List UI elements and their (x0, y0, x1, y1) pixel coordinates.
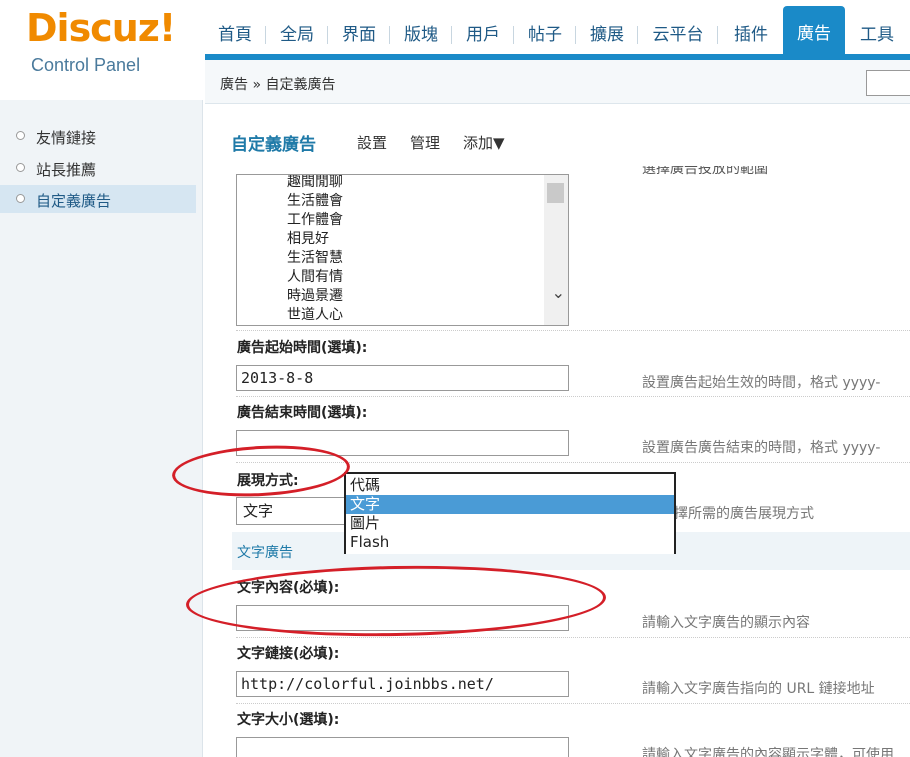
forum-scope-hint: 選擇廣告投放的範圍 (642, 166, 768, 177)
divider (236, 396, 910, 397)
display-mode-dropdown[interactable]: 代碼 文字 圖片 Flash (344, 472, 676, 554)
forum-multiselect[interactable]: 趣聞閒聊 生活體會 工作體會 相見好 生活智慧 人間有情 時過景遷 世道人心 ⌄ (236, 174, 569, 326)
nav-users[interactable]: 用戶 (457, 18, 509, 52)
nav-separator (389, 26, 390, 44)
forum-option[interactable]: 相見好 (287, 228, 329, 248)
tab-manage[interactable]: 管理 (410, 132, 440, 153)
start-time-hint: 設置廣告起始生效的時間，格式 yyyy- (642, 375, 881, 391)
logo-area: Discuz! Control Panel (0, 0, 200, 100)
sub-navigation: 自定義廣告 設置 管理 添加▼ (204, 104, 910, 176)
end-time-label: 廣告結束時間(選填): (237, 405, 368, 421)
display-mode-label: 展現方式: (237, 473, 299, 489)
logo: Discuz! (26, 6, 176, 50)
forum-option[interactable]: 人間有情 (287, 266, 343, 286)
sidebar-item-label: 自定義廣告 (36, 192, 112, 210)
text-size-label: 文字大小(選填): (237, 712, 340, 728)
dropdown-option-code[interactable]: 代碼 (346, 476, 674, 495)
text-link-hint: 請輸入文字廣告指向的 URL 鏈接地址 (642, 681, 875, 697)
text-content-label: 文字內容(必填): (237, 580, 340, 596)
dropdown-option-text[interactable]: 文字 (346, 495, 674, 514)
text-size-hint: 請輸入文字廣告的內容顯示字體，可使用 (642, 747, 894, 757)
chevron-down-icon[interactable]: ⌄ (552, 283, 565, 302)
nav-tools[interactable]: 工具 (849, 18, 905, 52)
breadcrumb: 廣告 » 自定義廣告 (220, 77, 336, 93)
forum-option[interactable]: 時過景遷 (287, 285, 343, 305)
page-title: 自定義廣告 (231, 135, 316, 155)
nav-separator (637, 26, 638, 44)
nav-separator (265, 26, 266, 44)
forum-option[interactable]: 趣聞閒聊 (287, 175, 343, 191)
nav-extensions[interactable]: 擴展 (581, 18, 633, 52)
section-title: 文字廣告 (237, 545, 293, 561)
forum-option[interactable]: 生活智慧 (287, 247, 343, 267)
dropdown-option-flash[interactable]: Flash (346, 533, 674, 552)
main-content: 自定義廣告 設置 管理 添加▼ 選擇廣告投放的範圍 趣聞閒聊 生活體會 工作體會… (204, 104, 910, 757)
end-time-field[interactable] (236, 430, 569, 456)
tab-add[interactable]: 添加▼ (463, 132, 505, 153)
forum-option[interactable]: 世道人心 (287, 304, 343, 324)
text-content-hint: 請輸入文字廣告的顯示內容 (642, 615, 810, 631)
start-time-field[interactable]: 2013-8-8 (236, 365, 569, 391)
divider (236, 703, 910, 704)
divider (236, 330, 910, 331)
bullet-icon (16, 163, 25, 172)
top-navigation: 首頁 全局 界面 版塊 用戶 帖子 擴展 云平台 插件 廣告 工具 (205, 0, 910, 60)
bullet-icon (16, 194, 25, 203)
nav-cloud[interactable]: 云平台 (643, 18, 713, 52)
nav-separator (513, 26, 514, 44)
end-time-hint: 設置廣告廣告結束的時間，格式 yyyy- (642, 440, 881, 456)
logo-subtitle: Control Panel (31, 55, 141, 75)
tab-settings[interactable]: 設置 (357, 132, 387, 153)
display-mode-hint: 擇所需的廣告展現方式 (674, 506, 814, 522)
forum-option[interactable]: 生活體會 (287, 190, 343, 210)
nav-posts[interactable]: 帖子 (519, 18, 571, 52)
breadcrumb-bar: 廣告 » 自定義廣告 (205, 60, 910, 104)
nav-separator (575, 26, 576, 44)
nav-interface[interactable]: 界面 (333, 18, 385, 52)
sidebar-item-custom-ads[interactable]: 自定義廣告 (0, 185, 196, 213)
sidebar: 友情鏈接 站長推薦 自定義廣告 (0, 100, 203, 757)
nav-forums[interactable]: 版塊 (395, 18, 447, 52)
start-time-label: 廣告起始時間(選填): (237, 340, 368, 356)
sidebar-item-recommend[interactable]: 站長推薦 (0, 154, 196, 182)
nav-plugins[interactable]: 插件 (723, 18, 779, 52)
nav-ads[interactable]: 廣告 (783, 6, 845, 54)
text-link-label: 文字鏈接(必填): (237, 646, 340, 662)
forum-option[interactable]: 工作體會 (287, 209, 343, 229)
nav-separator (451, 26, 452, 44)
nav-separator (717, 26, 718, 44)
nav-separator (327, 26, 328, 44)
divider (236, 462, 910, 463)
text-link-field[interactable]: http://colorful.joinbbs.net/ (236, 671, 569, 697)
search-input[interactable] (866, 70, 910, 96)
sidebar-item-label: 友情鏈接 (36, 129, 97, 147)
sidebar-item-friend-links[interactable]: 友情鏈接 (0, 122, 196, 150)
scrollbar-thumb[interactable] (547, 183, 564, 203)
nav-global[interactable]: 全局 (271, 18, 323, 52)
scrollbar[interactable]: ⌄ (544, 175, 568, 325)
text-content-field[interactable] (236, 605, 569, 631)
text-size-field[interactable] (236, 737, 569, 757)
divider (236, 637, 910, 638)
sidebar-item-label: 站長推薦 (36, 161, 97, 179)
bullet-icon (16, 131, 25, 140)
nav-home[interactable]: 首頁 (209, 18, 261, 52)
dropdown-option-image[interactable]: 圖片 (346, 514, 674, 533)
